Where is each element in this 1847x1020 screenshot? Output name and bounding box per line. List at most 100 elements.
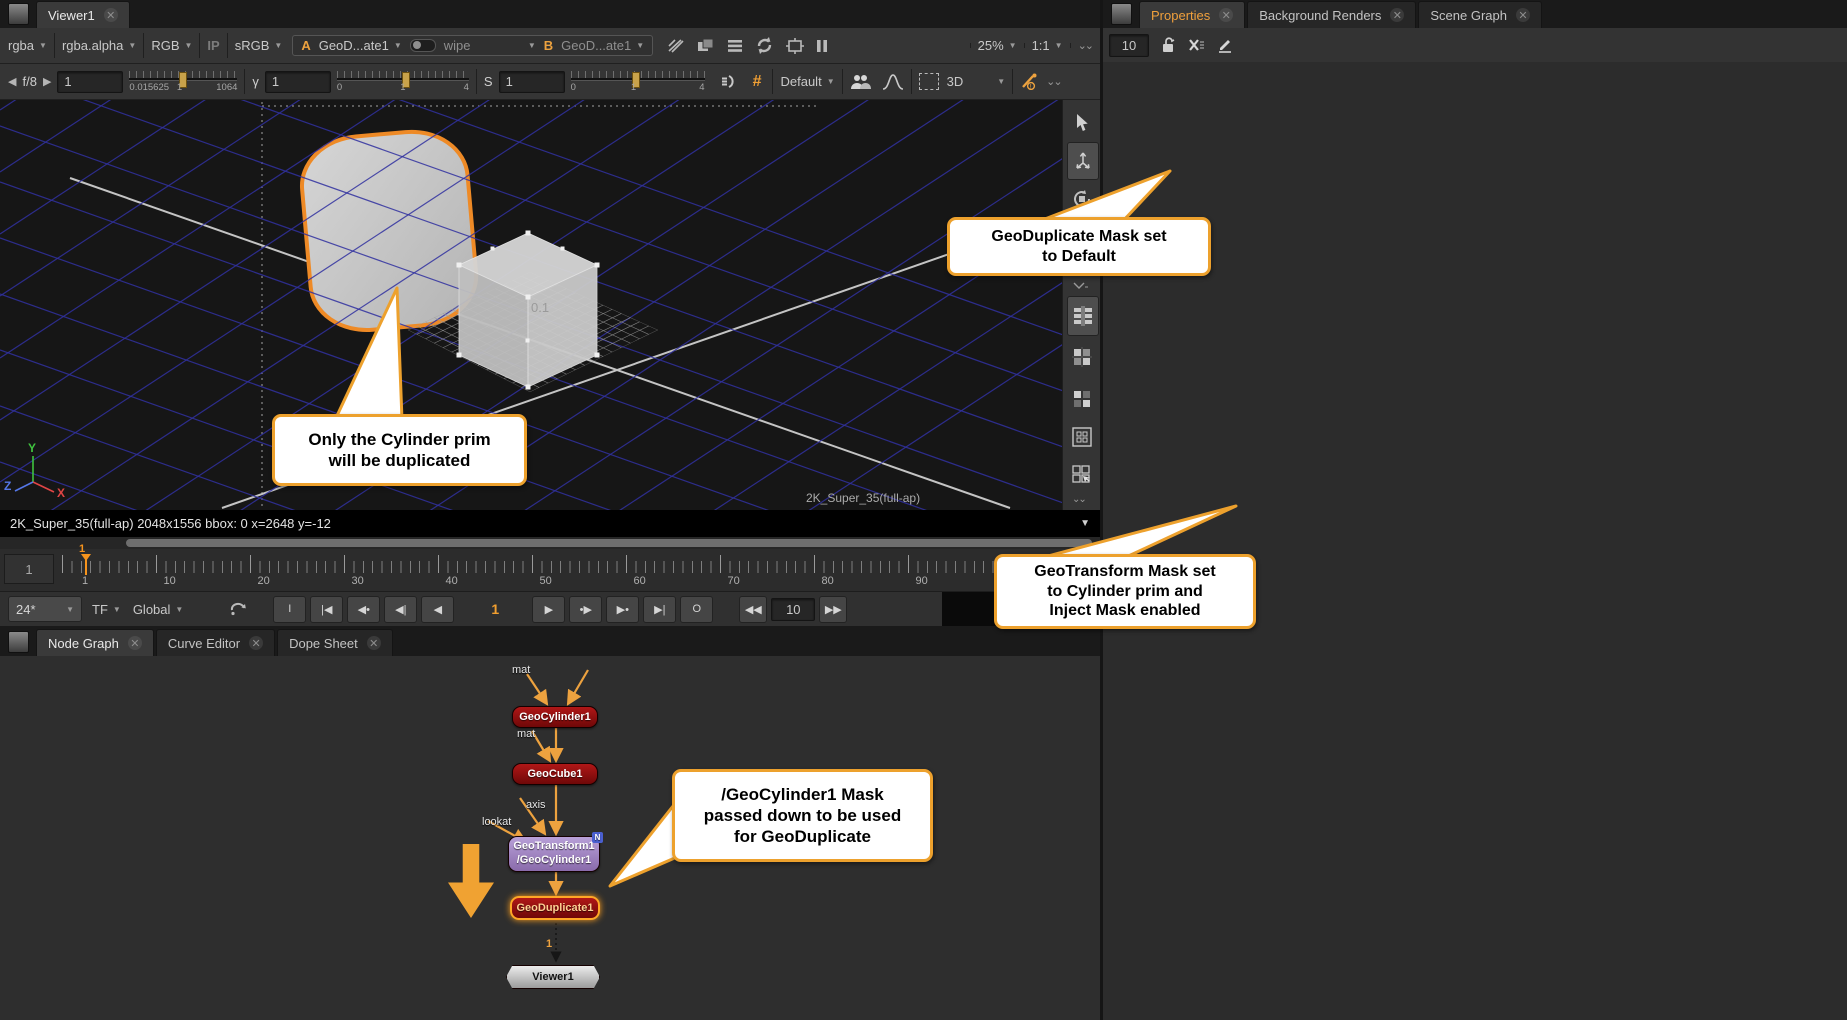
timeline-frames-dropdown[interactable]: TF▼ — [92, 602, 121, 617]
transport-button[interactable]: ▶ — [532, 596, 565, 623]
occlusion-people-icon[interactable] — [850, 74, 872, 90]
frame-step-input[interactable]: 10 — [771, 598, 815, 621]
annotation-wand-icon[interactable]: ! — [1020, 73, 1040, 90]
layout-quad-cursor-icon[interactable] — [1068, 460, 1096, 490]
view-mode-caret-icon[interactable]: ▼ — [997, 77, 1005, 86]
max-panels-input[interactable]: 10 — [1109, 34, 1149, 57]
tab-node-graph[interactable]: Node Graph✕ — [36, 629, 154, 656]
info-bar-caret-icon[interactable]: ▼ — [1080, 518, 1090, 529]
gain-prev-icon[interactable]: ◀ — [8, 75, 16, 88]
transport-button[interactable]: O — [680, 596, 713, 623]
input-a-dropdown[interactable]: GeoD...ate1▼ — [319, 38, 402, 53]
close-icon[interactable]: ✕ — [1516, 8, 1530, 22]
stack-mode-icon[interactable] — [727, 39, 743, 53]
pane-menu-icon[interactable] — [1111, 3, 1132, 25]
timeline-scrollbar[interactable] — [0, 537, 1100, 549]
playhead-line[interactable] — [85, 559, 87, 575]
wipe-mode-dropdown[interactable]: wipe▼ — [444, 38, 536, 53]
tab-background-renders[interactable]: Background Renders✕ — [1247, 1, 1416, 28]
loop-mode-icon[interactable] — [229, 601, 249, 617]
wipe-toggle[interactable] — [410, 39, 436, 52]
zoom-level-dropdown[interactable]: 25%▼ — [978, 38, 1017, 53]
fstop-label[interactable]: f/8 — [22, 74, 36, 89]
transport-button[interactable]: ◀| — [384, 596, 417, 623]
pane-menu-icon[interactable] — [8, 631, 29, 653]
tab-viewer1-label: Viewer1 — [48, 8, 95, 23]
rotate-tool-icon[interactable] — [1068, 184, 1096, 214]
range-scope-dropdown[interactable]: Global▼ — [133, 602, 184, 617]
tab-curve-editor[interactable]: Curve Editor✕ — [156, 629, 275, 656]
transport-button[interactable]: |◀ — [310, 596, 343, 623]
frame-handles-icon[interactable] — [786, 38, 804, 54]
saturation-input[interactable]: 1 — [499, 71, 565, 93]
gain-input[interactable]: 1 — [57, 71, 123, 93]
close-icon[interactable]: ✕ — [1219, 8, 1233, 22]
pixel-aspect-dropdown[interactable]: 1:1▼ — [1032, 38, 1063, 53]
view-mode-3d-dropdown[interactable]: 3D — [947, 74, 964, 89]
layer-dropdown[interactable]: rgba.alpha▼ — [62, 38, 136, 53]
close-icon[interactable]: ✕ — [1390, 8, 1404, 22]
layout-quad-frame-icon[interactable] — [1068, 422, 1096, 452]
timeline-ruler[interactable]: 1 1102030405060708090 1 — [0, 549, 1100, 592]
properties-pane: Properties✕ Background Renders✕ Scene Gr… — [1103, 0, 1847, 1020]
transport-button[interactable]: ▶• — [606, 596, 639, 623]
node-geocylinder1[interactable]: GeoCylinder1 — [512, 706, 598, 728]
tab-dope-sheet[interactable]: Dope Sheet✕ — [277, 629, 393, 656]
close-icon[interactable]: ✕ — [128, 636, 142, 650]
close-icon[interactable]: ✕ — [367, 636, 381, 650]
marquee-selection-icon[interactable] — [919, 73, 939, 90]
transport-button[interactable]: •▶ — [569, 596, 602, 623]
close-icon[interactable]: ✕ — [249, 636, 263, 650]
channels-dropdown[interactable]: rgba▼ — [8, 38, 47, 53]
new-comp-viewer-icon[interactable] — [697, 38, 715, 53]
viewport-3d[interactable]: 0.1 Y X Z 2K_Super_35(full-ap) — [0, 100, 1100, 510]
display-channel-dropdown[interactable]: RGB▼ — [151, 38, 192, 53]
saturation-slider[interactable]: 0 1 4 — [571, 69, 705, 95]
node-geotransform1[interactable]: GeoTransform1 /GeoCylinder1 N — [508, 836, 600, 872]
node-viewer1[interactable]: Viewer1 — [506, 965, 600, 989]
node-geocube1[interactable]: GeoCube1 — [512, 763, 598, 785]
gamma-slider[interactable]: 0 1 4 — [337, 69, 469, 95]
edit-pencil-icon[interactable] — [1217, 37, 1233, 53]
sync-viewers-icon[interactable] — [755, 37, 774, 54]
more-controls-icon[interactable]: ⌄⌄ — [1046, 75, 1060, 88]
strip-more-icon[interactable]: ⌄⌄ — [1072, 494, 1085, 505]
transport-button[interactable]: ▶| — [643, 596, 676, 623]
tab-viewer1[interactable]: Viewer1 ✕ — [36, 1, 130, 28]
jump-forward-button[interactable]: ▶▶ — [819, 596, 847, 623]
edge-label-lookat: lookat — [482, 816, 511, 828]
pause-icon[interactable] — [816, 39, 828, 53]
nodegraph-canvas[interactable]: mat mat axis lookat 1 GeoCylinder1 GeoCu… — [0, 656, 1100, 1020]
jump-back-button[interactable]: ◀◀ — [739, 596, 767, 623]
bell-curve-icon[interactable] — [882, 74, 904, 90]
current-frame-display[interactable]: 1 — [458, 601, 532, 617]
more-options-icon[interactable]: ⌄⌄ — [1078, 39, 1092, 52]
select-tool-icon[interactable] — [1068, 108, 1096, 138]
layout-quad-icon[interactable] — [1068, 384, 1096, 414]
translate-tool-icon[interactable] — [1067, 142, 1099, 180]
roi-icon[interactable] — [667, 38, 685, 54]
layout-chevron-icon[interactable] — [1072, 282, 1088, 290]
transport-button[interactable]: I — [273, 596, 306, 623]
clear-panels-icon[interactable] — [1188, 38, 1205, 52]
fps-dropdown[interactable]: 24*▼ — [8, 596, 82, 622]
close-icon[interactable]: ✕ — [104, 8, 118, 22]
transport-button[interactable]: ◀• — [347, 596, 380, 623]
layout-rows-icon[interactable] — [1067, 296, 1099, 336]
grid-overlay-icon[interactable]: # — [753, 73, 762, 91]
node-geoduplicate1-selected[interactable]: GeoDuplicate1 — [510, 896, 600, 920]
gain-next-icon[interactable]: ▶ — [43, 75, 51, 88]
input-process-toggle[interactable]: IP — [207, 38, 219, 53]
transport-button[interactable]: ◀ — [421, 596, 454, 623]
viewer-lut-dropdown[interactable]: sRGB▼ — [235, 38, 283, 53]
tab-scene-graph[interactable]: Scene Graph✕ — [1418, 1, 1542, 28]
tab-properties[interactable]: Properties✕ — [1139, 1, 1245, 28]
lock-panels-icon[interactable] — [1161, 37, 1176, 53]
backface-lighting-icon[interactable] — [721, 73, 741, 90]
viewer-default-lut-dropdown[interactable]: Default▼ — [780, 74, 834, 89]
gamma-input[interactable]: 1 — [265, 71, 331, 93]
gain-slider[interactable]: 0.015625 1 1064 — [129, 69, 237, 95]
layout-split-icon[interactable] — [1068, 342, 1096, 372]
pane-menu-icon[interactable] — [8, 3, 29, 25]
input-b-dropdown[interactable]: GeoD...ate1▼ — [561, 38, 644, 53]
